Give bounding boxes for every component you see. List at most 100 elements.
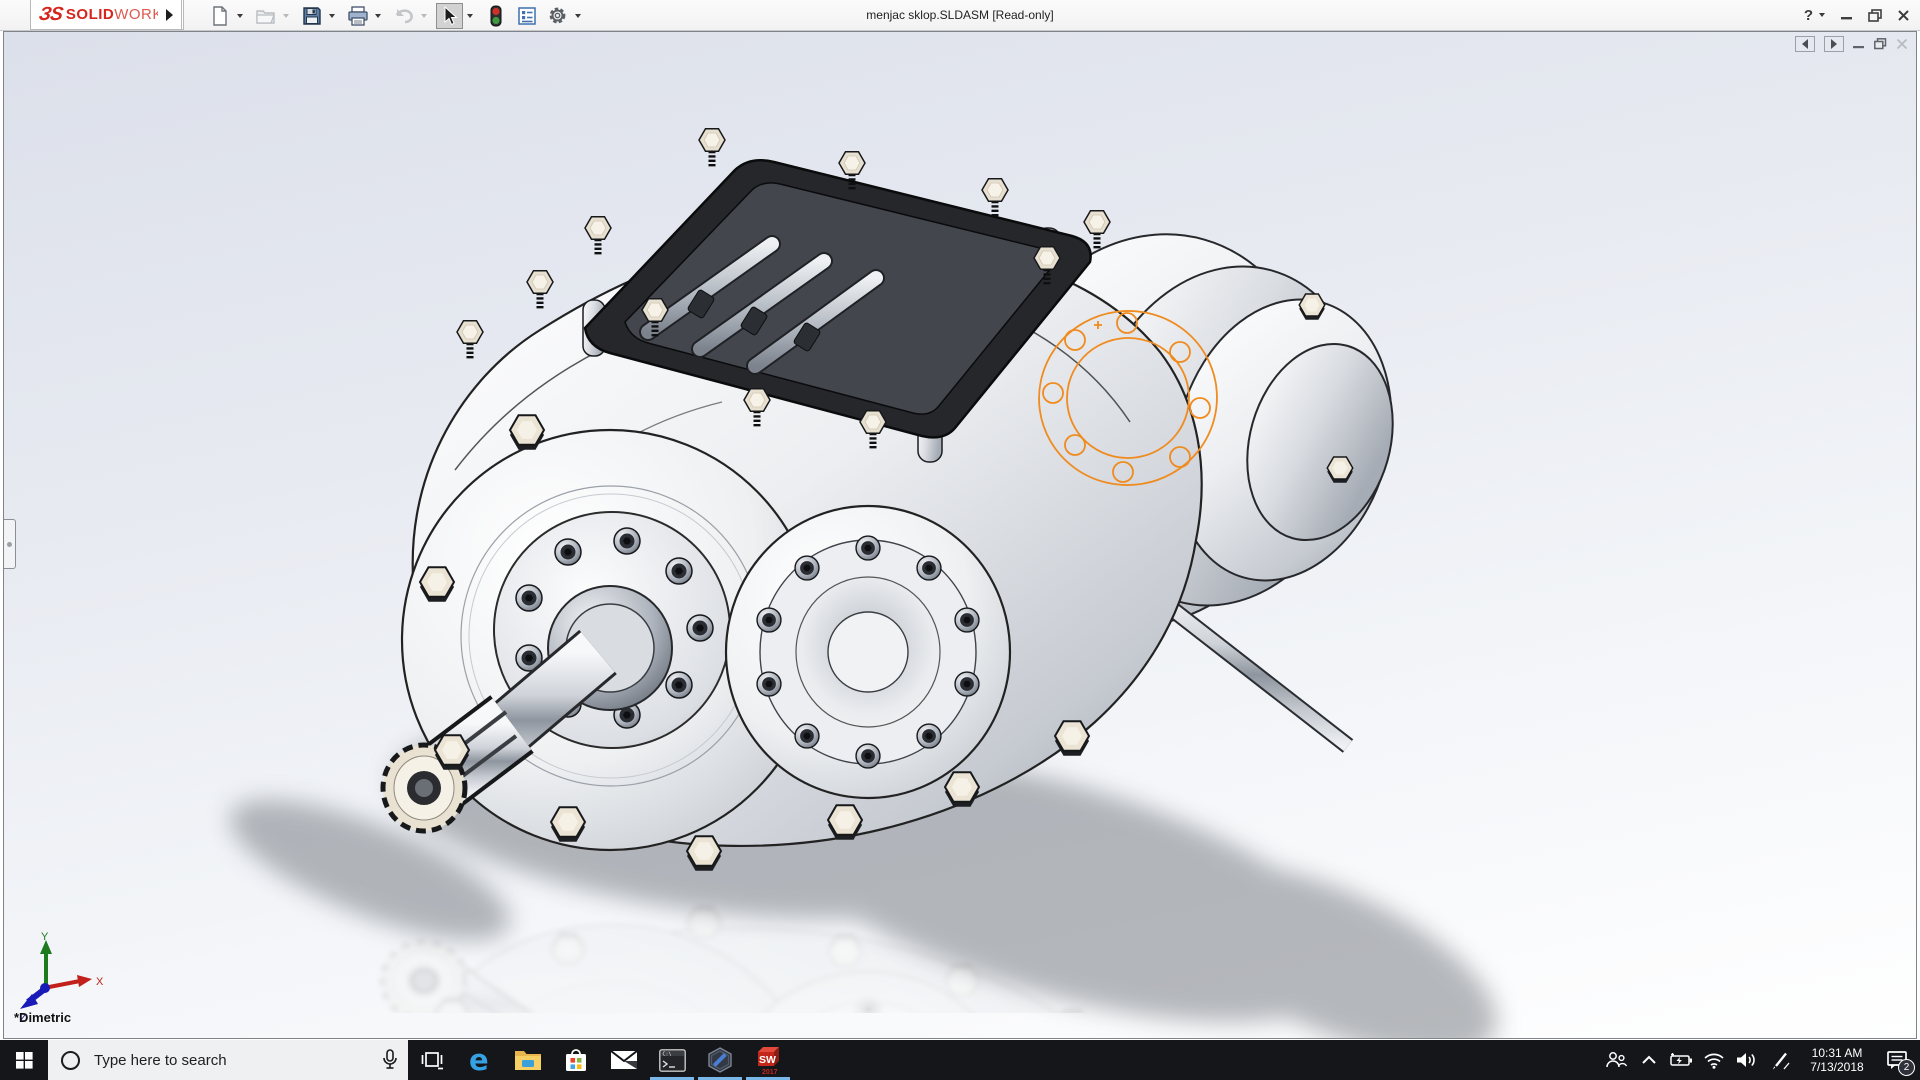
pen-icon	[1770, 1050, 1790, 1070]
document-window-controls	[1795, 36, 1908, 52]
mail-icon	[610, 1050, 638, 1070]
windows-logo-icon	[16, 1052, 33, 1069]
people-button[interactable]	[1598, 1040, 1634, 1080]
microphone-icon[interactable]	[382, 1049, 398, 1071]
new-document-icon	[210, 6, 230, 26]
desktop: { "titlebar": { "brand": { "mark": "ЗS",…	[0, 0, 1920, 1080]
save-button[interactable]	[298, 3, 325, 29]
close-button[interactable]	[1897, 9, 1910, 22]
new-document-button[interactable]	[206, 3, 233, 29]
save-floppy-icon	[302, 6, 322, 26]
ds-logo-mark: ЗS	[37, 4, 64, 26]
help-button[interactable]: ?	[1804, 7, 1813, 24]
chevron-up-icon	[1641, 1054, 1657, 1066]
help-dropdown[interactable]	[1819, 13, 1825, 17]
taskbar-file-explorer-button[interactable]	[504, 1040, 552, 1080]
options-dropdown[interactable]	[571, 3, 584, 29]
window-controls: ?	[1804, 0, 1910, 30]
rebuild-button[interactable]	[482, 3, 509, 29]
start-button[interactable]	[0, 1040, 48, 1080]
notification-badge: 2	[1898, 1059, 1915, 1076]
action-center-button[interactable]: 2	[1876, 1040, 1918, 1080]
store-icon	[564, 1047, 588, 1073]
menu-expand-button[interactable]	[158, 0, 182, 30]
rebuild-traffic-light-icon	[489, 5, 503, 27]
task-view-button[interactable]	[408, 1040, 456, 1080]
volume-icon	[1735, 1051, 1757, 1069]
wifi-icon	[1703, 1052, 1725, 1069]
taskbar-solidworks-2017-button[interactable]: SW 2017	[744, 1040, 792, 1080]
previous-pane-button[interactable]	[1795, 36, 1815, 52]
triad-x-label: X	[96, 976, 104, 988]
new-document-dropdown[interactable]	[233, 3, 246, 29]
save-dropdown[interactable]	[325, 3, 338, 29]
doc-restore-button[interactable]	[1874, 38, 1887, 50]
file-explorer-icon	[514, 1048, 542, 1072]
file-properties-button[interactable]	[513, 3, 540, 29]
options-gear-icon	[547, 5, 568, 26]
expand-arrow-icon	[166, 9, 173, 21]
taskbar-clock[interactable]: 10:31 AM 7/13/2018	[1798, 1040, 1876, 1080]
svg-text:2017: 2017	[762, 1069, 778, 1076]
panel-tab-dot-icon	[7, 542, 12, 547]
open-folder-icon	[255, 6, 277, 26]
hidden-icons-button[interactable]	[1634, 1040, 1664, 1080]
taskbar-command-prompt-button[interactable]: C:\	[648, 1040, 696, 1080]
minimize-button[interactable]	[1840, 9, 1853, 21]
doc-minimize-button[interactable]	[1853, 38, 1865, 50]
doc-close-button[interactable]	[1896, 38, 1908, 50]
svg-text:SW: SW	[759, 1054, 776, 1066]
brand-solid: SOLID	[66, 6, 114, 23]
gearbox-assembly[interactable]	[383, 129, 1423, 871]
hexagon-tool-icon	[707, 1047, 733, 1073]
next-pane-button[interactable]	[1824, 36, 1844, 52]
taskbar-search-box[interactable]: Type here to search	[48, 1040, 408, 1080]
print-icon	[347, 6, 369, 26]
windows-ink-button[interactable]	[1762, 1040, 1798, 1080]
feature-panel-collapsed-tab[interactable]	[3, 519, 16, 569]
svg-text:C:\: C:\	[662, 1051, 671, 1057]
taskbar: Type here to search e	[0, 1040, 1920, 1080]
triad-y-label: Y	[41, 931, 49, 943]
search-placeholder: Type here to search	[94, 1052, 227, 1069]
window-title: menjac sklop.SLDASM [Read-only]	[866, 0, 1053, 30]
select-button[interactable]	[436, 3, 463, 29]
svg-text:e: e	[469, 1045, 489, 1075]
restore-button[interactable]	[1868, 9, 1882, 22]
right-arrow-icon	[1831, 39, 1837, 49]
undo-button[interactable]	[390, 3, 417, 29]
command-prompt-icon: C:\	[659, 1049, 686, 1072]
system-tray: 10:31 AM 7/13/2018 2	[1598, 1040, 1920, 1080]
taskbar-edge-button[interactable]: e	[456, 1040, 504, 1080]
battery-button[interactable]	[1664, 1040, 1698, 1080]
view-orientation-label: *Dimetric	[14, 1010, 71, 1025]
options-button[interactable]	[544, 3, 571, 29]
file-properties-icon	[517, 6, 537, 26]
clock-date: 7/13/2018	[1810, 1060, 1863, 1074]
edge-icon: e	[465, 1045, 495, 1075]
taskbar-mail-button[interactable]	[600, 1040, 648, 1080]
undo-dropdown[interactable]	[417, 3, 430, 29]
battery-charging-icon	[1669, 1052, 1693, 1068]
taskbar-store-button[interactable]	[552, 1040, 600, 1080]
task-view-icon	[420, 1048, 444, 1072]
solidworks-2017-icon: SW 2017	[754, 1044, 782, 1076]
titlebar: ЗS SOLIDWORKS menjac sklop.	[0, 0, 1920, 31]
taskbar-solidworks-utility-button[interactable]	[696, 1040, 744, 1080]
clock-time: 10:31 AM	[1810, 1046, 1863, 1060]
select-dropdown[interactable]	[463, 3, 476, 29]
open-button[interactable]	[252, 3, 279, 29]
reference-triad: Y X Z	[14, 930, 114, 1022]
quick-access-toolbar	[206, 2, 590, 29]
open-dropdown[interactable]	[279, 3, 292, 29]
print-button[interactable]	[344, 3, 371, 29]
volume-button[interactable]	[1730, 1040, 1762, 1080]
network-button[interactable]	[1698, 1040, 1730, 1080]
people-icon	[1605, 1050, 1627, 1070]
cortana-search-icon	[61, 1051, 80, 1070]
undo-icon	[393, 6, 415, 26]
print-dropdown[interactable]	[371, 3, 384, 29]
graphics-viewport[interactable]: Y X Z *Dimetric	[3, 31, 1917, 1039]
select-cursor-icon	[441, 6, 459, 26]
gearbox-3d-model[interactable]	[3, 31, 1917, 1039]
